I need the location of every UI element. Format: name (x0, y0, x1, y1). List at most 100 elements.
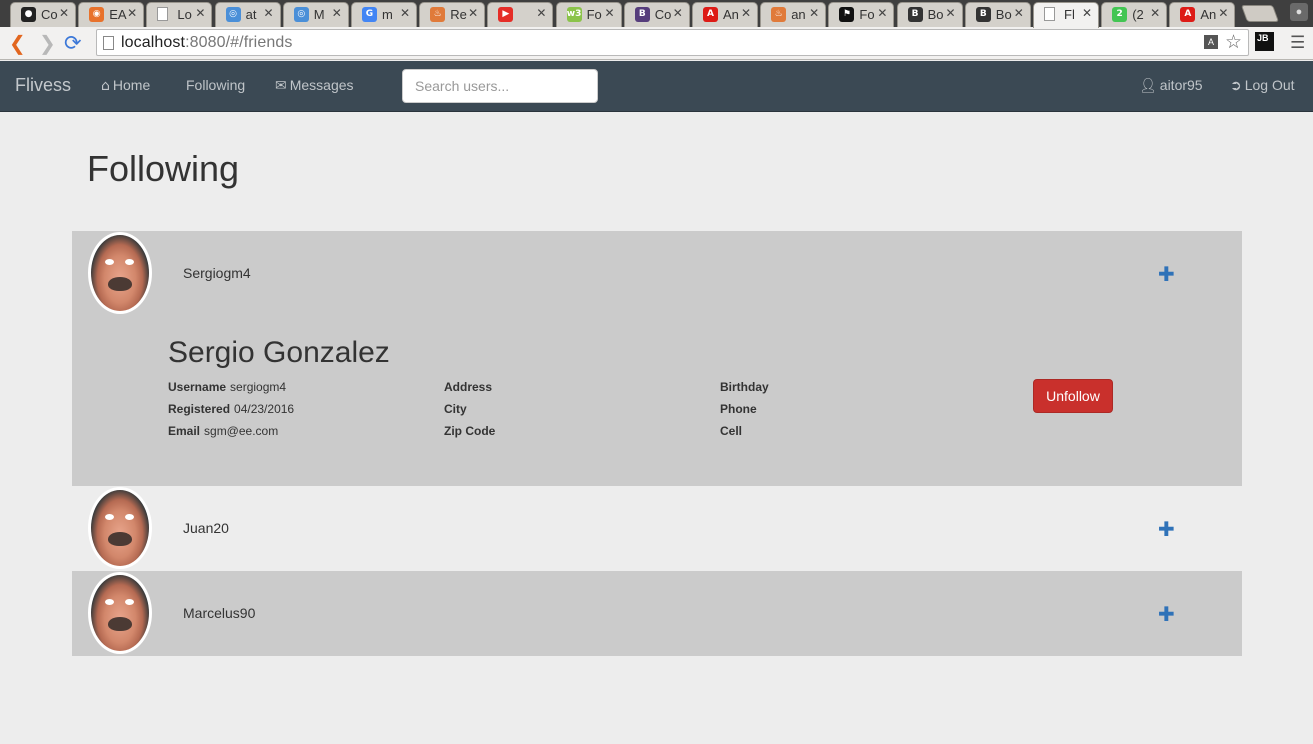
close-icon[interactable]: ✕ (1150, 6, 1160, 20)
avatar (88, 572, 152, 654)
browser-tab-title: Bo (995, 7, 1012, 22)
expand-plus-icon[interactable]: ✚ (1158, 517, 1175, 541)
close-icon[interactable]: ✕ (809, 6, 819, 20)
close-icon[interactable]: ✕ (877, 6, 887, 20)
browser-tab[interactable]: A An ✕ (1169, 2, 1236, 27)
nav-logout-link[interactable]: ➲ Log Out (1230, 77, 1295, 94)
close-icon[interactable]: ✕ (1082, 6, 1092, 20)
close-icon[interactable]: ✕ (673, 6, 683, 20)
bootstrap-b-icon: B (975, 7, 991, 22)
address-bar[interactable]: localhost:8080/#/friends A ☆ (96, 29, 1249, 56)
friend-username[interactable]: Marcelus90 (183, 605, 255, 621)
browser-tab[interactable]: Gm ✕ (351, 2, 417, 27)
browser-tab[interactable]: Lo ✕ (146, 2, 213, 27)
flag-icon: ⚑ (839, 7, 855, 22)
close-icon[interactable]: ✕ (264, 6, 274, 20)
url-text[interactable]: localhost:8080/#/friends (121, 34, 292, 52)
youtube-icon: ▶ (498, 7, 514, 22)
user-icon: 👤︎ (1139, 78, 1157, 94)
close-icon[interactable]: ✕ (1218, 6, 1228, 20)
bootstrap-b-icon: B (907, 7, 923, 22)
friend-username[interactable]: Sergiogm4 (183, 265, 251, 281)
flame-icon: ♨ (771, 7, 787, 22)
close-icon[interactable]: ✕ (59, 6, 69, 20)
nav-home-link[interactable]: ⌂ Home (101, 77, 150, 94)
nav-following-link[interactable]: Following (186, 77, 245, 93)
browser-tab[interactable]: Fl ✕ (1033, 2, 1099, 28)
browser-tab-title: Co (654, 7, 672, 22)
browser-profile-icon[interactable]: ● (1290, 3, 1308, 21)
browser-tab-title: Fo (586, 7, 602, 22)
close-icon[interactable]: ✕ (332, 6, 342, 20)
browser-tab[interactable]: ♨ Re ✕ (419, 2, 486, 27)
angular-icon: A (1180, 7, 1196, 22)
detail-birthday: Birthday (720, 380, 769, 394)
forward-arrow-icon[interactable]: ❯ (39, 32, 56, 54)
avatar (88, 232, 152, 314)
browser-tab[interactable]: ⚑ Fo ✕ (828, 2, 895, 27)
expand-plus-icon[interactable]: ✚ (1158, 602, 1175, 626)
browser-tab-strip: ● ● Co ✕ ◉ EA ✕ Lo ✕ ◎ at ✕ ◎ M ✕ Gm ✕ ♨ Re ✕ ▶ ✕ w3 Fo ✕ B Co ✕ A A… (0, 0, 1313, 28)
close-icon[interactable]: ✕ (536, 6, 546, 20)
page-icon (103, 36, 114, 50)
browser-tab-title: an (791, 7, 806, 22)
page-title: Following (87, 148, 240, 189)
expand-plus-icon[interactable]: ✚ (1158, 262, 1175, 286)
browser-tab[interactable]: B Co ✕ (623, 2, 690, 27)
close-icon[interactable]: ✕ (400, 6, 410, 20)
new-tab-button[interactable] (1240, 5, 1280, 22)
back-arrow-icon[interactable]: ❮ (9, 32, 26, 54)
browser-tab-title: Fo (859, 7, 875, 22)
search-users-input[interactable] (402, 69, 598, 103)
unfollow-button[interactable]: Unfollow (1033, 379, 1113, 413)
browser-tab-title: An (723, 7, 739, 22)
nav-messages-link[interactable]: ✉ Messages (275, 77, 354, 94)
browser-tab[interactable]: ▶ ✕ (487, 2, 554, 27)
brand-link[interactable]: Flivess (15, 75, 71, 96)
friend-username[interactable]: Juan20 (183, 520, 229, 536)
close-icon[interactable]: ✕ (946, 6, 956, 20)
globe-icon: ◎ (225, 7, 241, 22)
detail-address: Address (444, 380, 493, 394)
browser-tab-title: Co (41, 7, 58, 22)
browser-tab-title: m (382, 7, 393, 22)
browser-tab-title: Bo (927, 7, 944, 22)
browser-tab[interactable]: ◎ at ✕ (214, 2, 281, 27)
detail-registered: Registered 04/23/2016 (168, 402, 295, 416)
browser-tab[interactable]: ♨ an ✕ (760, 2, 827, 27)
page-icon (157, 7, 169, 21)
browser-tab[interactable]: B Bo ✕ (964, 2, 1031, 27)
detail-username: Username sergiogm4 (168, 380, 287, 394)
detail-city: City (444, 402, 467, 416)
jetbrains-extension-icon[interactable]: JB (1255, 32, 1274, 51)
whatsapp-icon: 2 (1112, 7, 1128, 22)
envelope-icon: ✉ (275, 78, 287, 94)
close-icon[interactable]: ✕ (1014, 6, 1024, 20)
browser-tab[interactable]: B Bo ✕ (896, 2, 963, 27)
nav-user-link[interactable]: 👤︎ aitor95 (1139, 77, 1203, 94)
google-icon: G (362, 7, 377, 22)
bookmark-star-icon[interactable]: ☆ (1225, 31, 1242, 53)
close-icon[interactable]: ✕ (605, 6, 615, 20)
browser-tab[interactable]: ● Co ✕ (10, 2, 76, 27)
browser-tab-title: An (1200, 7, 1217, 22)
flame-icon: ♨ (430, 7, 446, 22)
browser-tab[interactable]: ◎ M ✕ (282, 2, 349, 27)
browser-tab[interactable]: A An ✕ (692, 2, 758, 27)
home-icon: ⌂ (101, 78, 110, 94)
close-icon[interactable]: ✕ (195, 6, 205, 20)
globe-icon: ◎ (293, 7, 309, 22)
detail-email: Email sgm@ee.com (168, 424, 279, 438)
browser-tab[interactable]: ◉ EA ✕ (78, 2, 145, 27)
app-navbar: Flivess ⌂Home Following ✉Messages 👤︎aito… (0, 61, 1313, 112)
reload-icon[interactable]: ⟳ (64, 32, 82, 54)
close-icon[interactable]: ✕ (468, 6, 478, 20)
browser-tab[interactable]: 2 (2 ✕ (1101, 2, 1168, 27)
page-icon (1044, 7, 1055, 21)
close-icon[interactable]: ✕ (127, 6, 137, 20)
browser-menu-icon[interactable]: ☰ (1290, 33, 1305, 53)
translate-icon[interactable]: A (1204, 35, 1218, 49)
close-icon[interactable]: ✕ (741, 6, 751, 20)
orange-circle-icon: ◉ (89, 7, 105, 22)
browser-tab[interactable]: w3 Fo ✕ (555, 2, 622, 27)
